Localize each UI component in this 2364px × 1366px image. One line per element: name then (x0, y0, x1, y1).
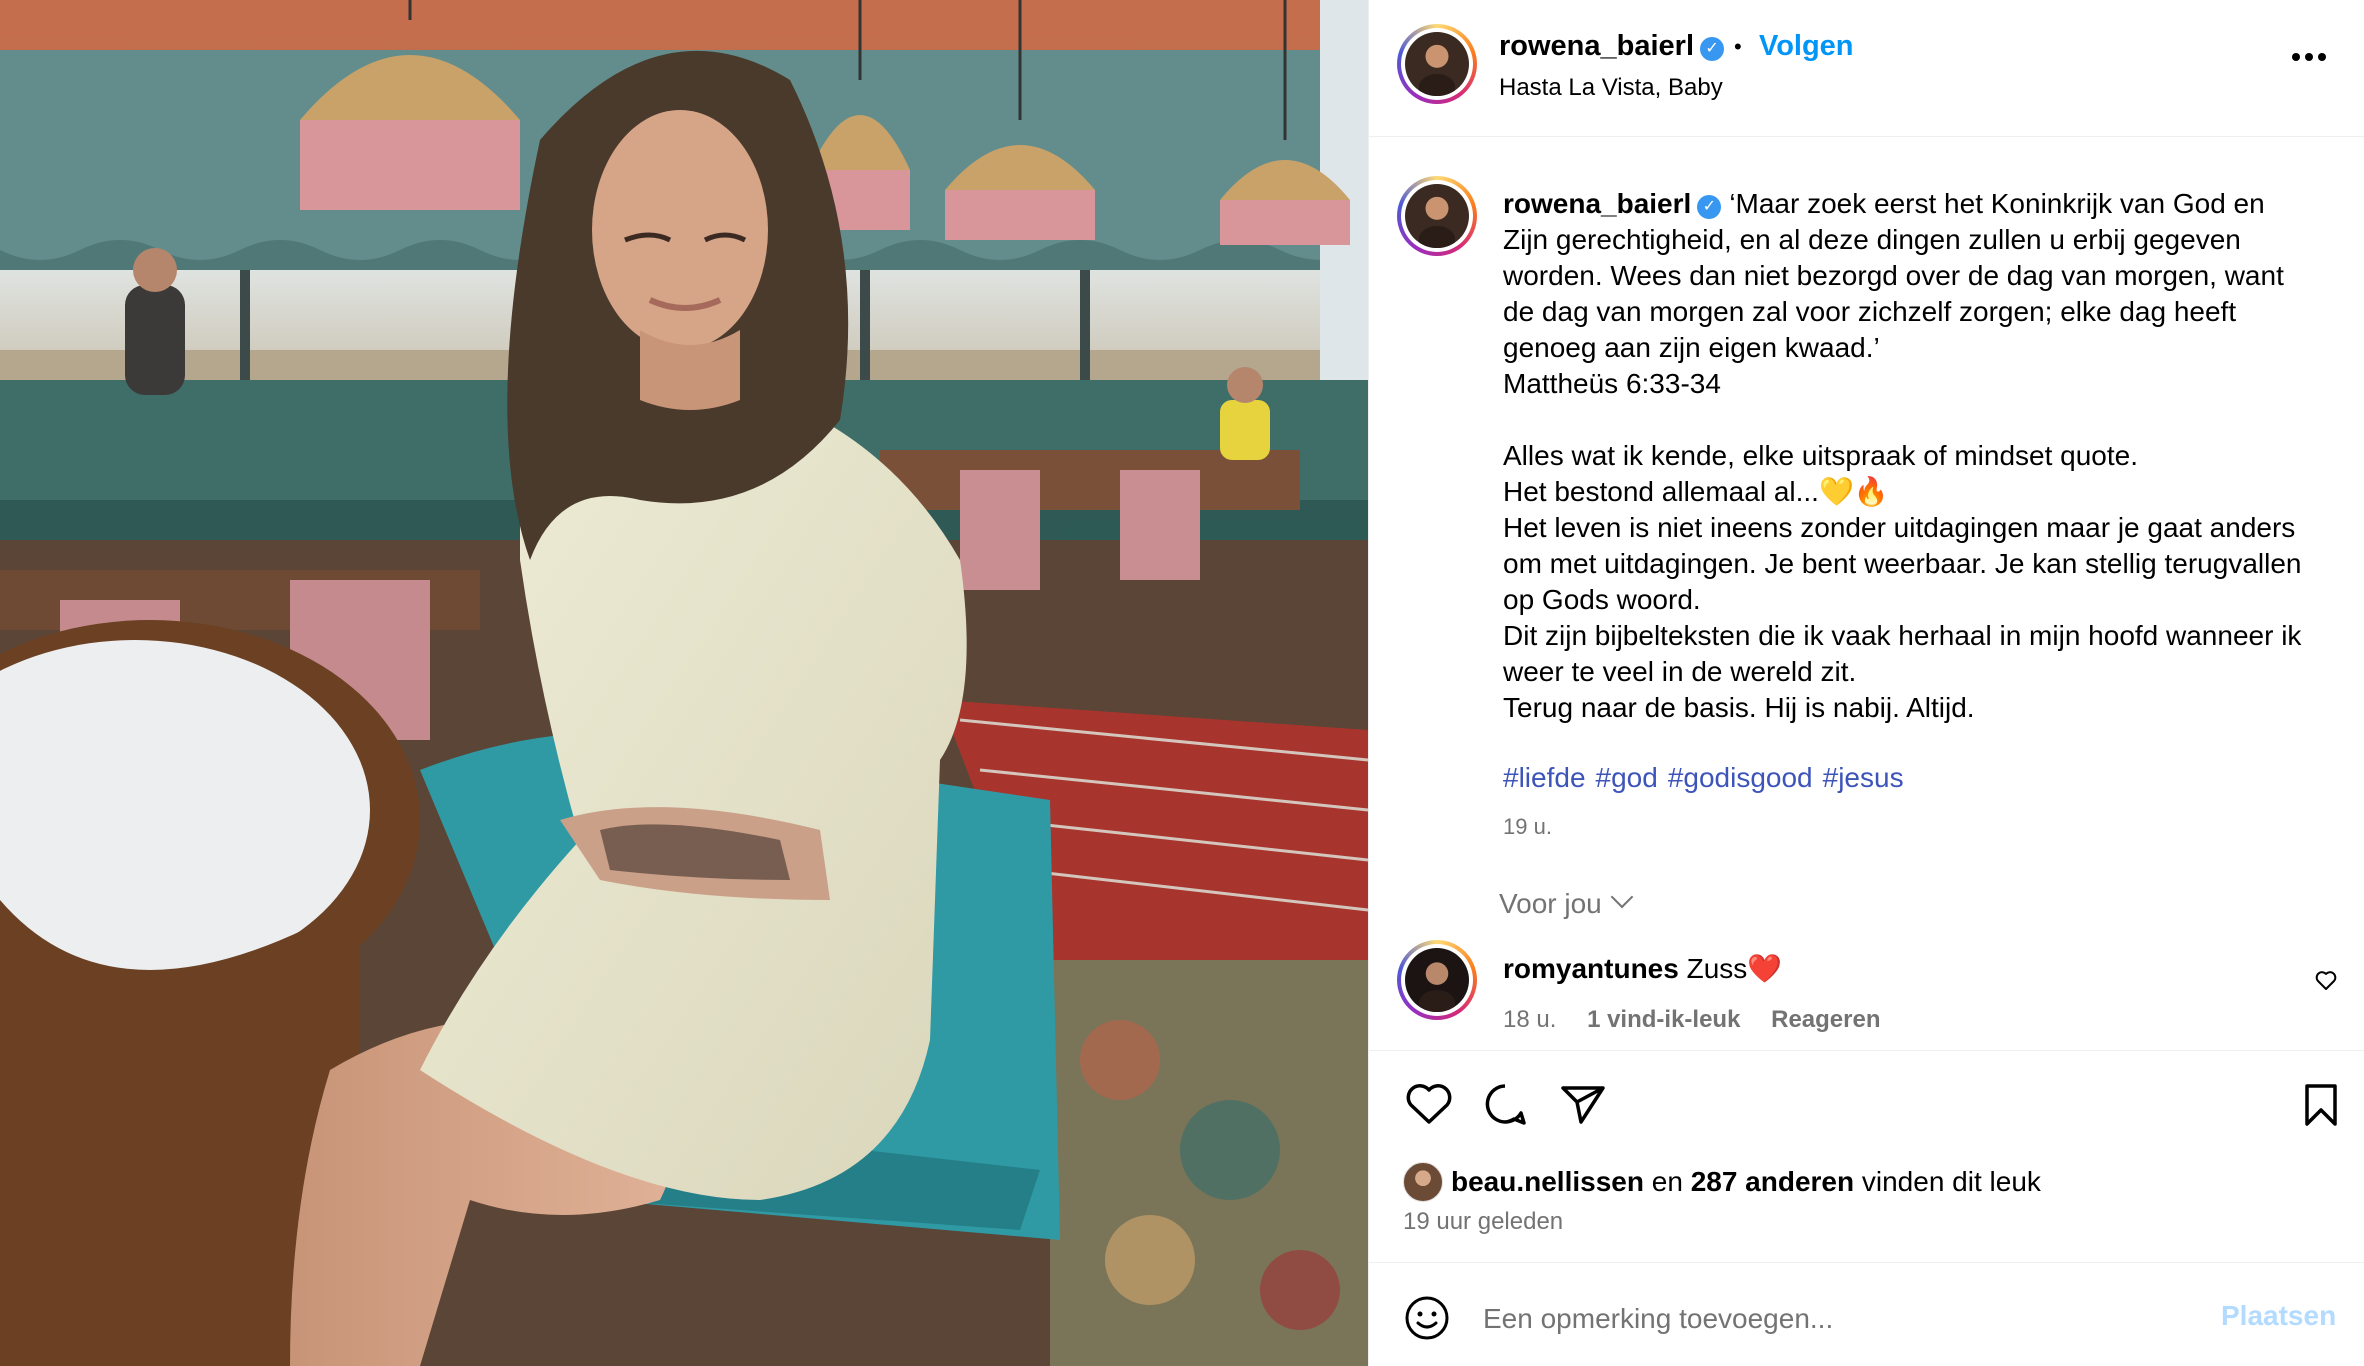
post-comment-button[interactable]: Plaatsen (2221, 1300, 2336, 1332)
hashtag-link[interactable]: #godisgood (1668, 762, 1813, 793)
verified-badge-icon: ✓ (1700, 37, 1725, 61)
likes-suffix: vinden dit leuk (1861, 1166, 2041, 1197)
post-photo[interactable] (0, 0, 1368, 1366)
post-timestamp[interactable]: 19 uur geleden (1403, 1208, 1563, 1236)
reply-button[interactable]: Reageren (1771, 1006, 1880, 1033)
commenter-avatar[interactable] (1397, 940, 1477, 1020)
actions-divider (1369, 1050, 2364, 1051)
comment-like-heart-icon[interactable] (2314, 968, 2338, 992)
comment-meta: 18 u. 1 vind-ik-leuk Reageren (1503, 1006, 1905, 1034)
heart-icon[interactable] (1403, 1078, 1455, 1130)
caption-line: om met uitdagingen. Je bent weerbaar. Je… (1503, 548, 2302, 579)
caption-line: Terug naar de basis. Hij is nabij. Altij… (1503, 692, 1975, 723)
caption-line: Dit zijn bijbelteksten die ik vaak herha… (1503, 620, 2302, 651)
caption-line (1503, 402, 2343, 438)
header-divider (1369, 136, 2364, 137)
comment-text: Zuss❤️ (1686, 953, 1783, 984)
comment-bubble-icon[interactable] (1479, 1078, 1531, 1130)
comment-input[interactable] (1481, 1290, 2185, 1348)
caption-line: rowena_baierl ✓ ‘Maar zoek eerst het Konin… (1503, 186, 2343, 222)
caption-line: Het bestond allemaal al...💛🔥 (1503, 476, 1889, 507)
comment-like-count[interactable]: 1 vind-ik-leuk (1587, 1006, 1740, 1033)
caption-line: worden. Wees dan niet bezorgd over de da… (1503, 260, 2284, 291)
liker-username[interactable]: beau.nellissen (1451, 1166, 1644, 1197)
emoji-icon[interactable] (1403, 1294, 1451, 1342)
comment-sort-dropdown[interactable]: Voor jou (1499, 885, 1634, 920)
audio-subtitle[interactable]: Hasta La Vista, Baby (1499, 74, 1723, 102)
commenter-avatar-image (1405, 948, 1469, 1012)
likes-and: en (1651, 1166, 1683, 1197)
chevron-down-icon (1610, 885, 1634, 909)
caption-author-avatar[interactable] (1397, 176, 1477, 256)
restaurant-photo-illustration (0, 0, 1368, 1366)
post-caption: rowena_baierl ✓ ‘Maar zoek eerst het Konin… (1503, 186, 2343, 726)
caption-text: ‘Maar zoek eerst het Koninkrijk van God … (1729, 188, 2265, 219)
caption-line: genoeg aan zijn eigen kwaad.’ (1503, 332, 1880, 363)
caption-line: de dag van morgen zal voor zichzelf zorg… (1503, 296, 2237, 327)
caption-line: Mattheüs 6:33-34 (1503, 368, 1721, 399)
comment-timestamp[interactable]: 18 u. (1503, 1006, 1556, 1033)
author-avatar[interactable] (1397, 24, 1477, 104)
commenter-username[interactable]: romyantunes (1503, 953, 1679, 984)
liker-avatar[interactable] (1403, 1162, 1443, 1202)
caption-line: Zijn gerechtigheid, en al deze dingen zu… (1503, 224, 2241, 255)
caption-line: op Gods woord. (1503, 584, 1701, 615)
comment-box-divider (1369, 1262, 2364, 1263)
paper-plane-icon[interactable] (1557, 1078, 1609, 1130)
follow-button[interactable]: Volgen (1759, 30, 1854, 63)
author-username[interactable]: rowena_baierl ✓ (1499, 30, 1725, 63)
author-avatar-image (1405, 32, 1469, 96)
caption-line: Het leven is niet ineens zonder uitdagin… (1503, 512, 2296, 543)
comment-sort-label: Voor jou (1499, 888, 1602, 919)
caption-username[interactable]: rowena_baierl (1503, 188, 1691, 219)
post-detail-panel: rowena_baierl ✓ • Volgen Hasta La Vista, … (1368, 0, 2364, 1366)
caption-line: Alles wat ik kende, elke uitspraak of mi… (1503, 440, 2139, 471)
bookmark-icon[interactable] (2295, 1078, 2347, 1130)
caption-timestamp[interactable]: 19 u. (1503, 814, 1552, 840)
caption-avatar-image (1405, 184, 1469, 248)
hashtag-link[interactable]: #god (1596, 762, 1658, 793)
verified-badge-icon: ✓ (1697, 195, 1722, 219)
comment-body: romyantunes Zuss❤️ (1503, 952, 1782, 985)
hashtag-link[interactable]: #jesus (1823, 762, 1904, 793)
hashtag-list: #liefde #god #godisgood #jesus (1503, 762, 1914, 794)
author-username-text: rowena_baierl (1499, 30, 1695, 62)
caption-line: weer te veel in de wereld zit. (1503, 656, 1857, 687)
hashtag-link[interactable]: #liefde (1503, 762, 1586, 793)
header-separator: • (1734, 34, 1742, 59)
likes-summary: beau.nellissen en 287 anderen vinden dit… (1451, 1166, 2041, 1198)
likes-count[interactable]: 287 anderen (1691, 1166, 1854, 1197)
more-dots-icon[interactable] (2289, 50, 2329, 64)
